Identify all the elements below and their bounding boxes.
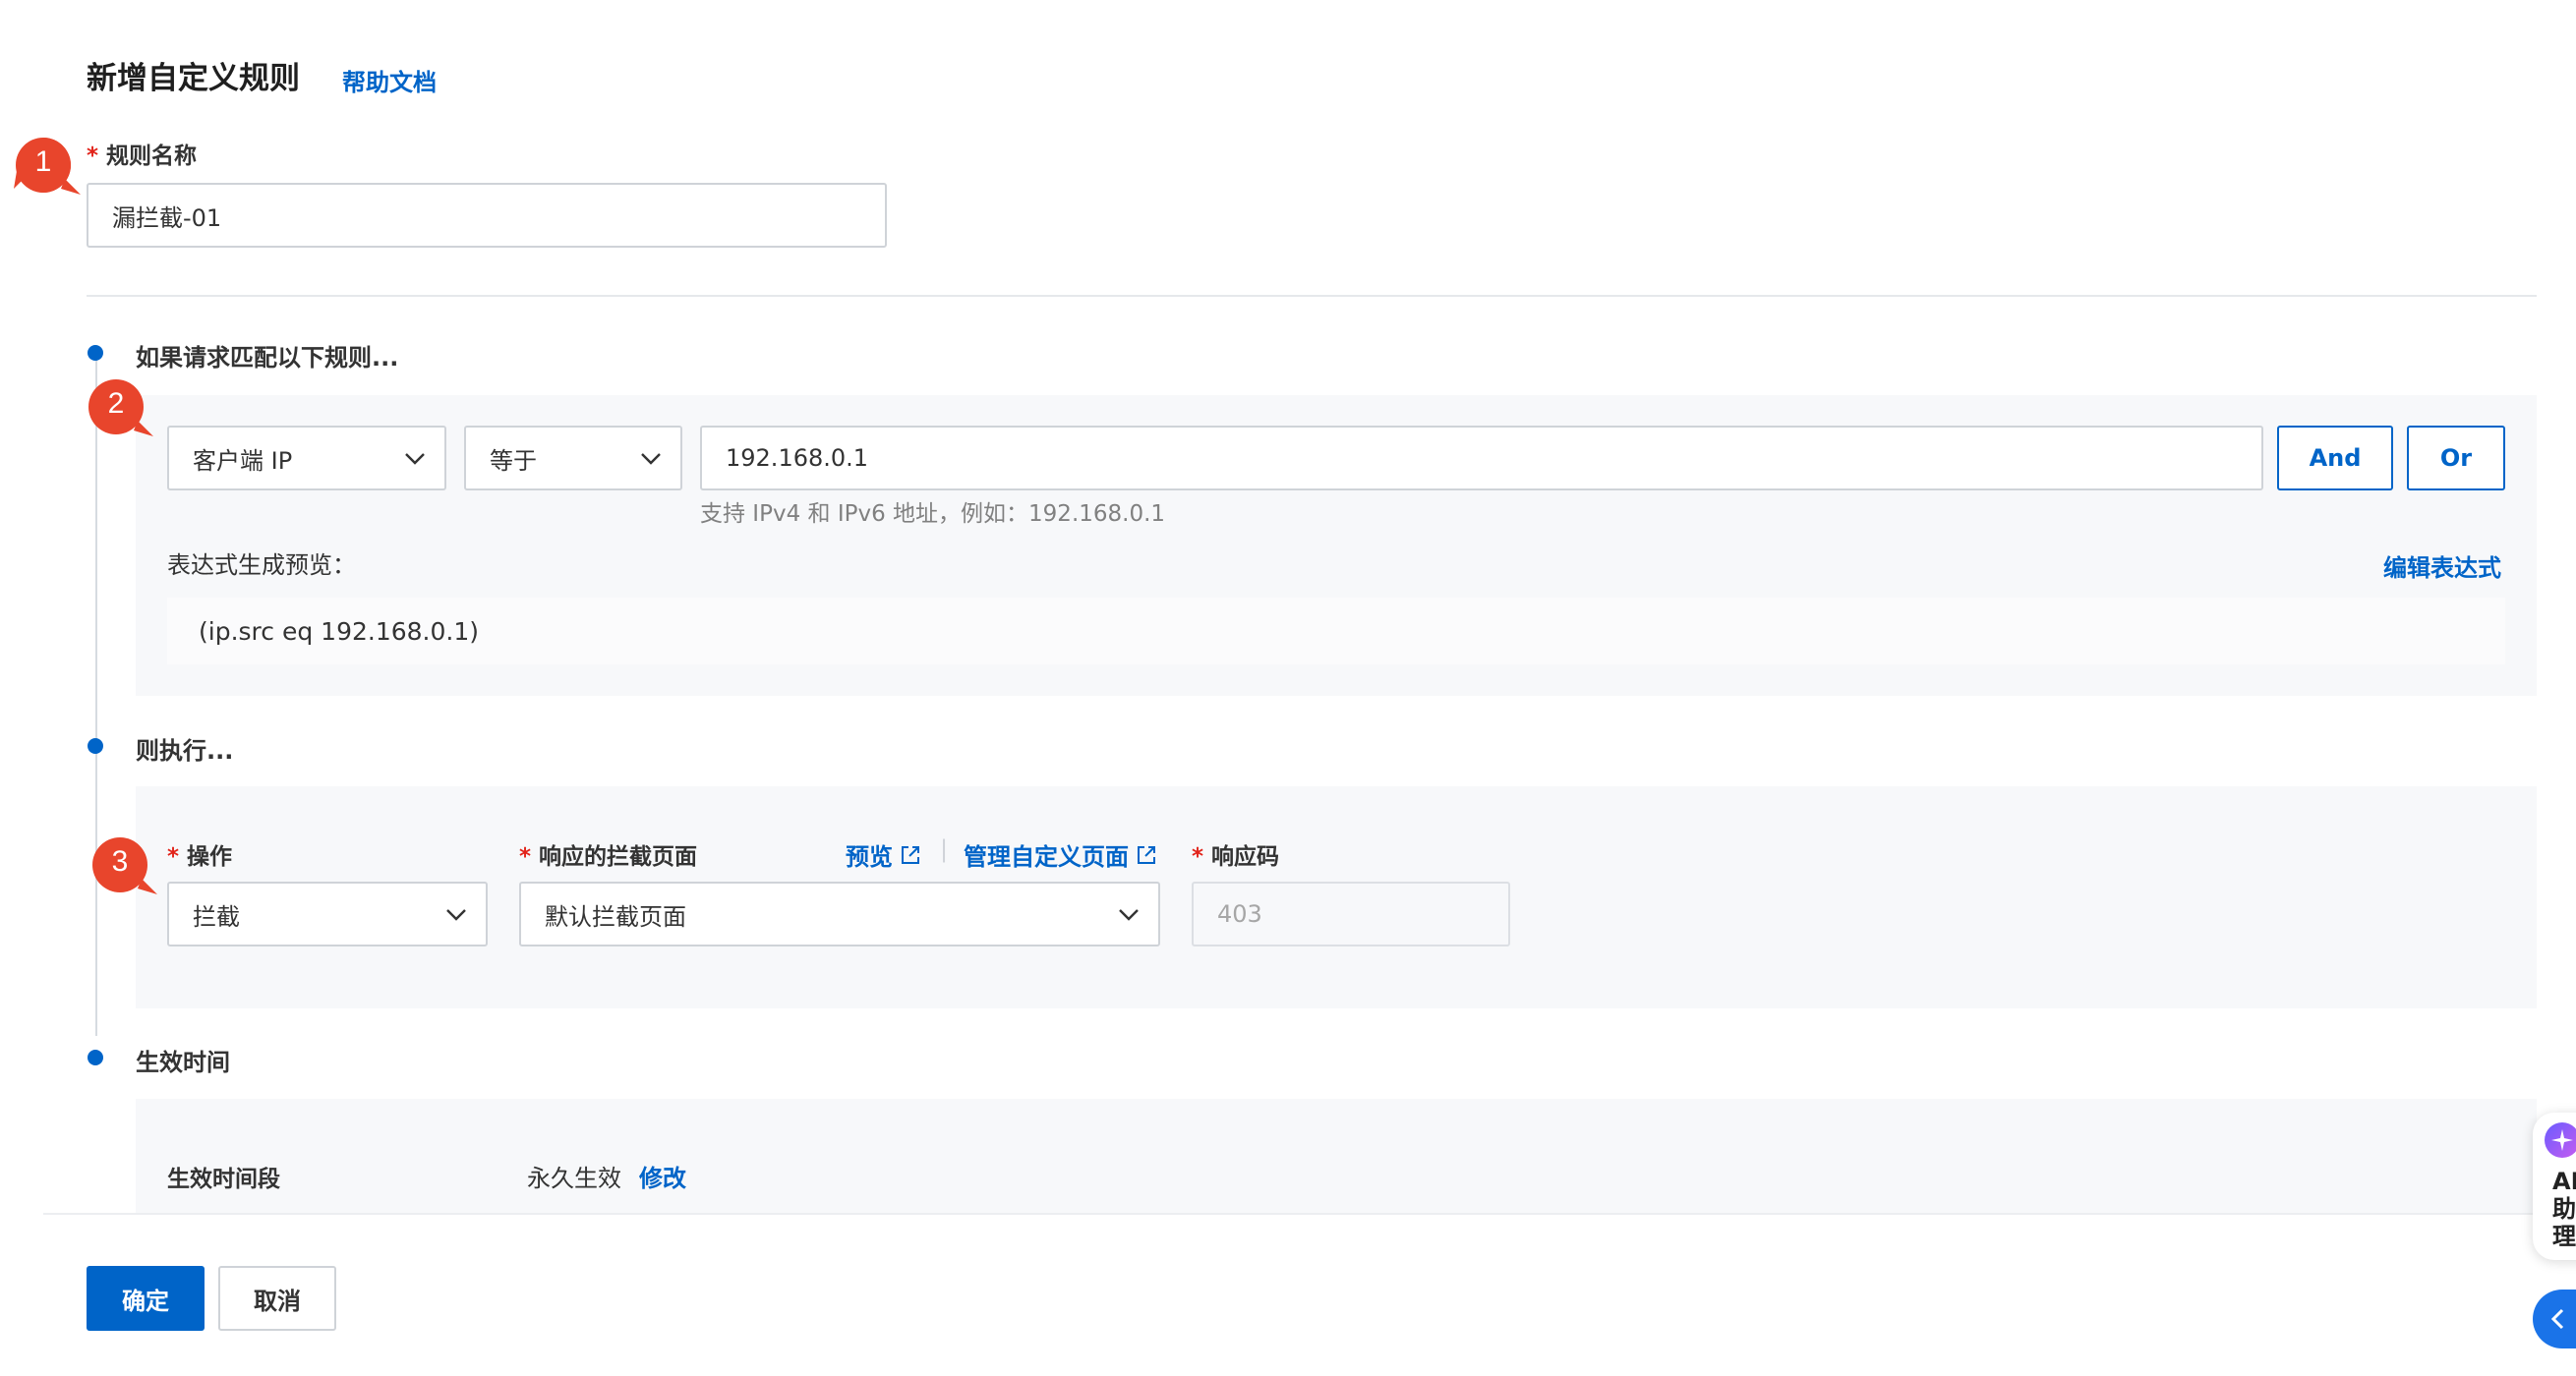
external-link-icon bbox=[902, 845, 919, 864]
or-button[interactable]: Or bbox=[2407, 426, 2505, 490]
step-badge-2: 2 bbox=[85, 375, 153, 444]
ai-assistant-label-3: 理 bbox=[2552, 1223, 2576, 1250]
cancel-button[interactable]: 取消 bbox=[218, 1266, 336, 1331]
match-field-value: 客户端 IP bbox=[193, 446, 293, 475]
required-mark: * bbox=[87, 143, 99, 169]
external-link-icon bbox=[1138, 845, 1155, 864]
match-operator-value: 等于 bbox=[490, 446, 537, 475]
footer-divider bbox=[43, 1213, 2576, 1215]
step-badge-3-number: 3 bbox=[111, 845, 129, 878]
effective-period-label: 生效时间段 bbox=[167, 1167, 280, 1192]
expression-preview: (ip.src eq 192.168.0.1) bbox=[167, 598, 2505, 664]
expression-preview-label: 表达式生成预览： bbox=[167, 551, 356, 579]
step-badge-1: 1 bbox=[12, 134, 81, 202]
manage-custom-pages-label: 管理自定义页面 bbox=[964, 843, 1129, 871]
block-page-select[interactable]: 默认拦截页面 bbox=[519, 882, 1160, 946]
timeline-dot-match bbox=[88, 345, 103, 361]
ip-format-hint: 支持 IPv4 和 IPv6 地址，例如：192.168.0.1 bbox=[700, 501, 1166, 527]
match-value-input[interactable]: 192.168.0.1 bbox=[700, 426, 2263, 490]
collapse-panel-button[interactable] bbox=[2533, 1290, 2576, 1348]
response-code-label-row: * 响应码 bbox=[1192, 837, 1279, 871]
ai-assistant-label-2: 助 bbox=[2552, 1195, 2576, 1223]
rule-name-label-row: * 规则名称 bbox=[87, 137, 197, 170]
effective-time-panel bbox=[136, 1099, 2537, 1213]
action-section-title: 则执行... bbox=[136, 737, 234, 765]
operation-label: 操作 bbox=[187, 844, 233, 870]
match-section-title: 如果请求匹配以下规则... bbox=[136, 344, 399, 372]
and-button[interactable]: And bbox=[2277, 426, 2393, 490]
modify-effective-time-link[interactable]: 修改 bbox=[639, 1159, 686, 1193]
timeline-dot-action bbox=[88, 738, 103, 754]
preview-link[interactable]: 预览 bbox=[846, 837, 922, 872]
edit-expression-link[interactable]: 编辑表达式 bbox=[2383, 548, 2501, 583]
chevron-down-icon bbox=[446, 909, 466, 921]
page-title: 新增自定义规则 bbox=[87, 61, 300, 96]
ai-assistant-label-1: AI bbox=[2552, 1168, 2576, 1195]
operation-label-row: * 操作 bbox=[167, 837, 232, 871]
rule-name-label: 规则名称 bbox=[106, 143, 198, 169]
step-badge-3: 3 bbox=[88, 833, 157, 902]
chevron-down-icon bbox=[1119, 909, 1139, 921]
effective-period-value: 永久生效 bbox=[527, 1165, 621, 1192]
section-divider bbox=[87, 295, 2537, 297]
chevron-down-icon bbox=[405, 453, 425, 465]
confirm-button[interactable]: 确定 bbox=[87, 1266, 205, 1331]
chevron-left-icon bbox=[2550, 1308, 2564, 1330]
link-separator: | bbox=[940, 835, 949, 863]
preview-link-label: 预览 bbox=[846, 843, 893, 871]
ai-assistant-panel[interactable]: AI 助 理 bbox=[2533, 1113, 2576, 1260]
block-page-value: 默认拦截页面 bbox=[545, 902, 686, 931]
response-code-label: 响应码 bbox=[1211, 844, 1280, 870]
operation-value: 拦截 bbox=[193, 902, 240, 931]
help-doc-link[interactable]: 帮助文档 bbox=[342, 63, 437, 97]
required-mark: * bbox=[167, 844, 180, 870]
required-mark: * bbox=[1192, 844, 1204, 870]
required-mark: * bbox=[519, 844, 532, 870]
step-badge-1-number: 1 bbox=[34, 145, 52, 178]
block-page-label-row: * 响应的拦截页面 bbox=[519, 837, 697, 871]
chevron-down-icon bbox=[641, 453, 661, 465]
rule-name-input[interactable]: 漏拦截-01 bbox=[87, 183, 887, 248]
match-operator-select[interactable]: 等于 bbox=[464, 426, 682, 490]
timeline-line bbox=[95, 360, 97, 1036]
operation-select[interactable]: 拦截 bbox=[167, 882, 488, 946]
block-page-label: 响应的拦截页面 bbox=[539, 844, 698, 870]
effective-time-section-title: 生效时间 bbox=[136, 1049, 230, 1076]
manage-custom-pages-link[interactable]: 管理自定义页面 bbox=[964, 837, 1158, 872]
step-badge-2-number: 2 bbox=[107, 387, 125, 420]
ai-assistant-icon bbox=[2545, 1122, 2576, 1158]
match-field-select[interactable]: 客户端 IP bbox=[167, 426, 446, 490]
timeline-dot-effective-time bbox=[88, 1050, 103, 1065]
response-code-input: 403 bbox=[1192, 882, 1510, 946]
